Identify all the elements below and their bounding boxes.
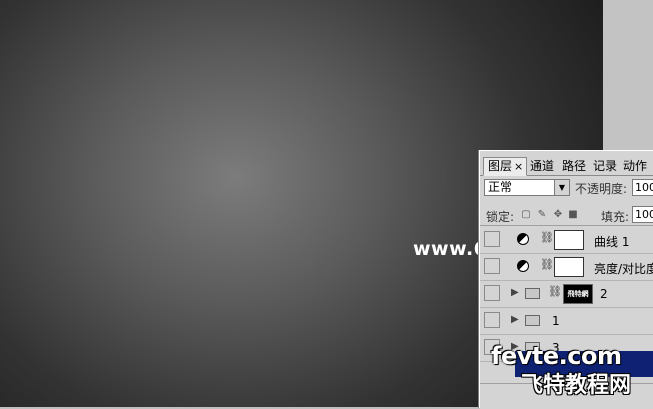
lock-move-icon[interactable]: ✥: [553, 210, 563, 220]
blend-mode-value: 正常: [488, 180, 513, 194]
lock-label: 锁定:: [486, 210, 515, 224]
tab-history[interactable]: 记录: [593, 158, 617, 175]
panel-tabs: 图层 × 通道 路径 记录 动作: [480, 155, 653, 176]
logo-text-cn: 飞特教程网: [521, 373, 632, 398]
mask-thumbnail[interactable]: [554, 257, 584, 277]
visibility-toggle[interactable]: [484, 231, 500, 247]
close-icon[interactable]: ×: [514, 160, 523, 173]
layer-row[interactable]: ▶ 1: [480, 308, 653, 335]
site-logo: fevte.com 飞特教程网: [486, 342, 653, 407]
logo-text-en: fevte.com: [491, 342, 622, 370]
visibility-toggle[interactable]: [484, 285, 500, 301]
expand-arrow-icon[interactable]: ▶: [511, 314, 519, 325]
fill-input[interactable]: 100: [632, 206, 653, 223]
lock-row: 锁定: ▢ ✎ ✥ ■ 填充: 100: [480, 205, 653, 226]
visibility-toggle[interactable]: [484, 258, 500, 274]
chevron-down-icon[interactable]: ▼: [554, 180, 569, 195]
layer-row[interactable]: ⛓ 曲线 1: [480, 227, 653, 254]
fill-label: 填充:: [601, 210, 630, 224]
blend-mode-select[interactable]: 正常 ▼: [484, 179, 570, 196]
tab-layers-label: 图层: [488, 159, 513, 173]
tab-channels[interactable]: 通道: [530, 158, 554, 175]
folder-icon: [525, 288, 540, 299]
expand-arrow-icon[interactable]: ▶: [511, 287, 519, 298]
lock-all-icon[interactable]: ■: [568, 210, 578, 220]
folder-icon: [525, 315, 540, 326]
thumbnail-text: 飛特網: [567, 290, 589, 298]
layer-row[interactable]: ▶ ⛓ 飛特網 2: [480, 281, 653, 308]
opacity-label: 不透明度:: [575, 182, 628, 196]
link-icon: ⛓: [540, 231, 554, 244]
layer-name: 1: [552, 314, 560, 328]
mask-thumbnail[interactable]: [554, 230, 584, 250]
lock-transparent-icon[interactable]: ▢: [521, 210, 531, 220]
tab-actions[interactable]: 动作: [623, 158, 647, 175]
link-icon: ⛓: [540, 258, 554, 271]
mask-thumbnail[interactable]: 飛特網: [563, 284, 593, 304]
link-icon: ⛓: [548, 285, 562, 298]
blend-row: 正常 ▼ 不透明度: 100: [480, 178, 653, 200]
adjustment-icon: [517, 233, 529, 245]
layer-name: 亮度/对比度: [594, 262, 653, 276]
visibility-toggle[interactable]: [484, 312, 500, 328]
layer-name: 曲线 1: [594, 235, 630, 249]
lock-brush-icon[interactable]: ✎: [537, 210, 547, 220]
layer-row[interactable]: ⛓ 亮度/对比度: [480, 254, 653, 281]
adjustment-icon: [517, 260, 529, 272]
tab-paths[interactable]: 路径: [562, 158, 586, 175]
tab-layers[interactable]: 图层 ×: [483, 157, 528, 176]
layer-name: 2: [600, 287, 608, 301]
opacity-input[interactable]: 100: [632, 179, 653, 196]
